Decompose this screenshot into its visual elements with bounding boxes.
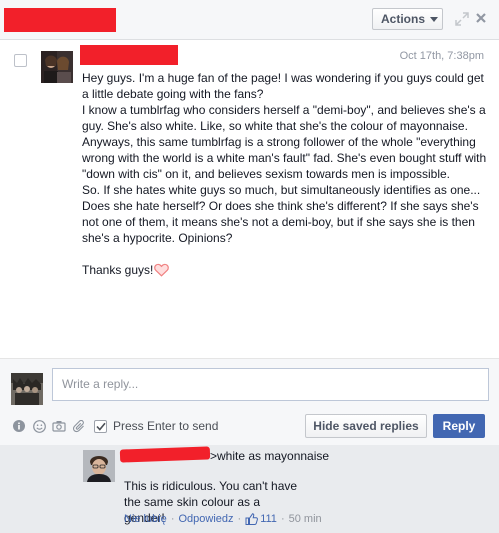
composer-toolbar: Press Enter to send	[12, 418, 218, 434]
expand-icon[interactable]	[455, 12, 469, 26]
like-count[interactable]: 111	[260, 513, 277, 525]
avatar	[41, 51, 73, 83]
hide-saved-replies-button[interactable]: Hide saved replies	[305, 414, 427, 438]
message-closing: Thanks guys!	[82, 263, 154, 277]
camera-icon[interactable]	[52, 419, 66, 433]
reply-link[interactable]: Odpowiedz	[178, 513, 233, 525]
paperclip-icon[interactable]	[72, 419, 86, 433]
redacted-page-name	[4, 8, 116, 32]
close-icon[interactable]	[473, 10, 489, 26]
press-enter-checkbox[interactable]	[94, 419, 107, 433]
message-body: Hey guys. I'm a huge fan of the page! I …	[82, 70, 490, 281]
comment-time: 50 min	[288, 513, 322, 525]
emoji-icon[interactable]	[32, 419, 46, 433]
message-paragraph: Hey guys. I'm a huge fan of the page! I …	[82, 71, 484, 101]
actions-button[interactable]: Actions	[372, 8, 443, 30]
message-paragraph: I know a tumblrfag who considers herself…	[82, 103, 487, 181]
unlike-link[interactable]: Nie lubię	[124, 513, 167, 525]
avatar	[11, 373, 43, 405]
info-icon[interactable]	[12, 419, 26, 433]
thumbs-up-icon[interactable]	[245, 513, 259, 525]
message-timestamp: Oct 17th, 7:38pm	[399, 50, 484, 62]
redacted-sender-name	[80, 45, 178, 65]
chevron-down-icon	[430, 16, 439, 22]
comment-meta: Nie lubię · Odpowiedz · 111 · 50 min	[124, 513, 322, 525]
reply-input[interactable]: Write a reply...	[52, 368, 489, 401]
conversation-header: Actions	[0, 0, 499, 40]
heart-icon	[154, 263, 170, 281]
reply-button[interactable]: Reply	[433, 414, 485, 438]
avatar	[83, 450, 115, 482]
actions-label: Actions	[381, 12, 426, 26]
press-enter-label: Press Enter to send	[113, 419, 219, 433]
comment-quote: >white as mayonnaise	[210, 449, 330, 463]
message-closing-line: Thanks guys!	[82, 262, 490, 281]
message-paragraph: So. If she hates white guys so much, but…	[82, 183, 481, 245]
select-message-checkbox[interactable]	[14, 54, 27, 67]
